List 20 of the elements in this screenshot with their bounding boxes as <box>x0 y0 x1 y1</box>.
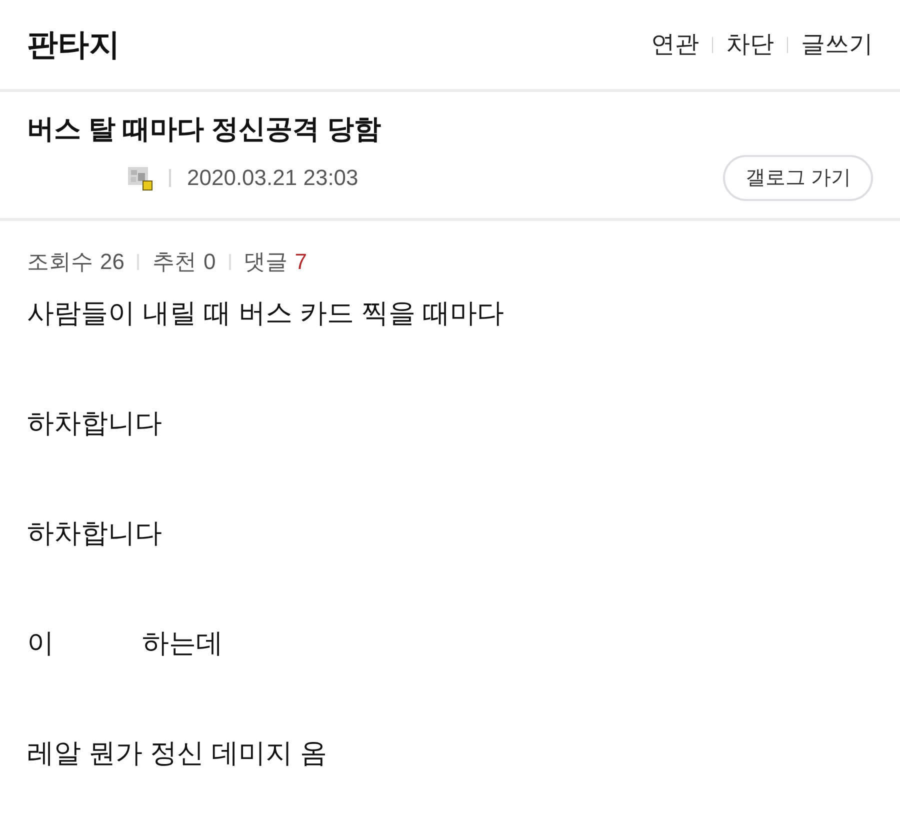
stat-label: 추천 <box>152 251 196 273</box>
body-text: 사람들이 내릴 때 버스 카드 찍을 때마다 <box>27 297 504 330</box>
body-text: 하는데 <box>142 627 223 660</box>
header-link[interactable]: 차단 <box>726 32 774 56</box>
body-text: 하차합니다 <box>27 517 162 550</box>
body-text: 레알 뭔가 정신 데미지 옴 <box>27 737 328 770</box>
stat-value: 7 <box>294 251 307 273</box>
post-date: 2020.03.21 23:03 <box>187 167 358 189</box>
level-icon <box>127 165 153 191</box>
board-title: 판타지 <box>27 29 120 60</box>
stat-value: 0 <box>203 251 216 273</box>
gallog-button[interactable]: 갤로그 가기 <box>723 155 873 201</box>
header-link[interactable]: 글쓰기 <box>801 32 873 56</box>
stat-label: 조회수 <box>27 251 93 273</box>
header-link[interactable]: 연관 <box>651 32 699 56</box>
stat-value: 26 <box>100 251 124 273</box>
stat-label: 댓글 <box>244 251 288 273</box>
body-text: 하차합니다 <box>27 407 162 440</box>
body-text: 이 <box>27 627 54 660</box>
post-title: 버스 탈 때마다 정신공격 당함 <box>27 113 382 146</box>
